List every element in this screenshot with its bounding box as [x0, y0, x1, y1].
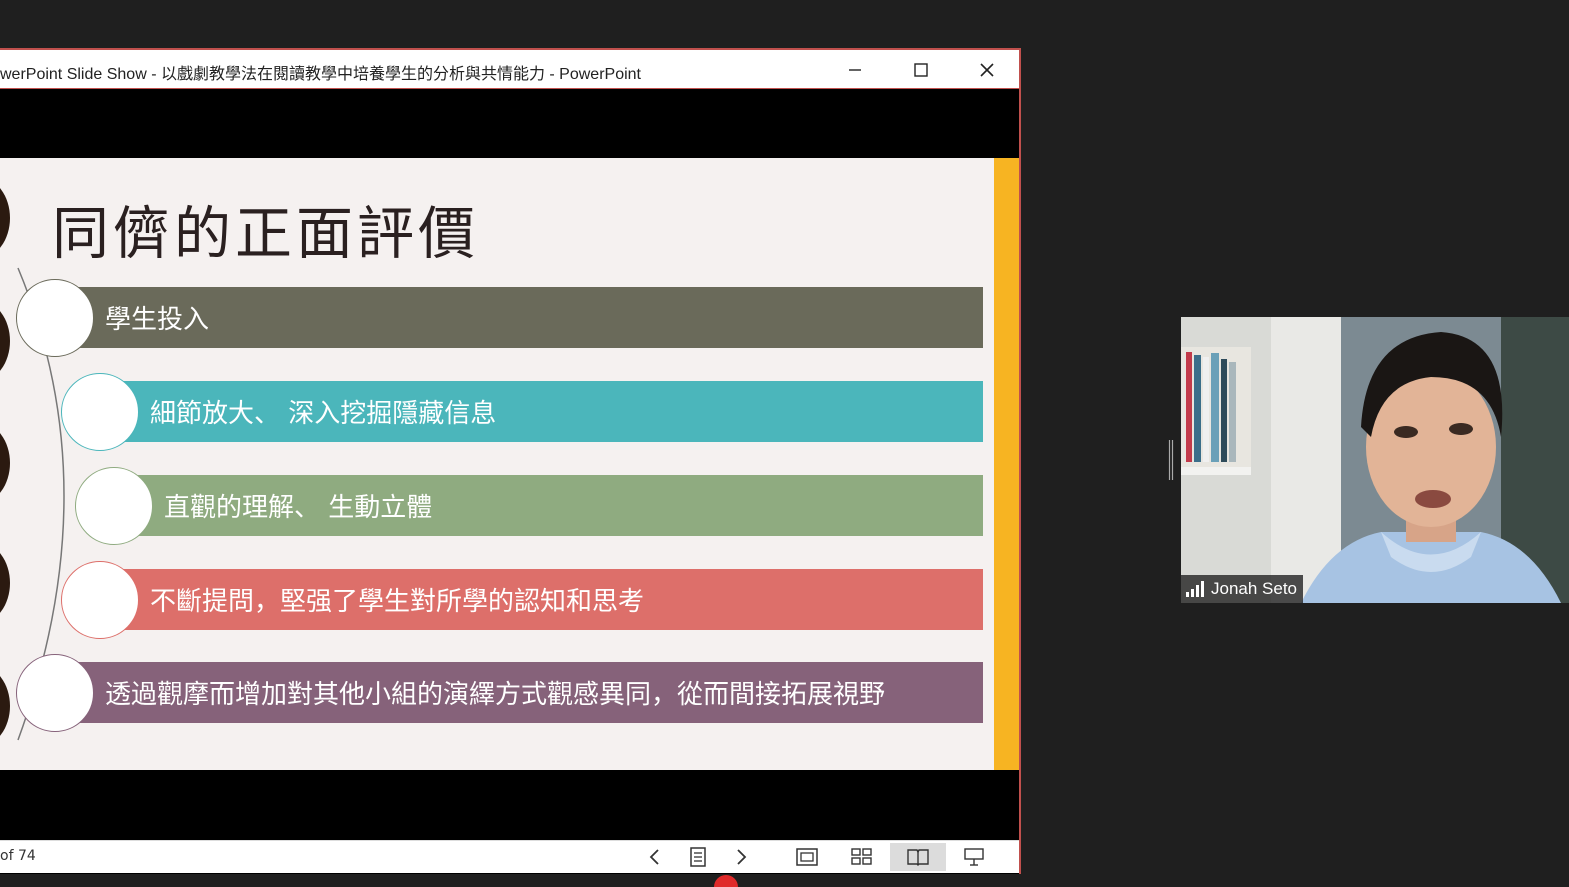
- previous-slide-button[interactable]: [638, 843, 672, 871]
- minimize-icon: [849, 68, 861, 71]
- status-bar: of 74: [0, 840, 1019, 873]
- presentation-icon: [964, 848, 984, 866]
- slide-menu-button[interactable]: [681, 843, 715, 871]
- title-bar[interactable]: werPoint Slide Show - 以戲劇教學法在閱讀教學中培養學生的分…: [0, 48, 1019, 89]
- list-item: 透過觀摩而增加對其他小組的演繹方式觀感異同，從而間接拓展視野: [55, 662, 983, 723]
- list-item: 學生投入: [55, 287, 983, 348]
- reading-view-button[interactable]: [890, 843, 946, 871]
- slide-show-button[interactable]: [957, 843, 991, 871]
- bullet-circle: [16, 279, 94, 357]
- slide-sorter-button[interactable]: [845, 843, 879, 871]
- slide-accent-bar: [994, 158, 1019, 770]
- list-item: 直觀的理解、 生動立體: [114, 475, 983, 536]
- signal-strength-icon: [1186, 581, 1204, 597]
- bullet-circle: [75, 467, 153, 545]
- maximize-icon: [914, 62, 928, 77]
- recording-indicator: [714, 875, 738, 887]
- next-slide-button[interactable]: [724, 843, 758, 871]
- item-text: 直觀的理解、 生動立體: [164, 493, 433, 523]
- drag-handle-icon: [1168, 440, 1174, 480]
- participant-name: Jonah Seto: [1211, 579, 1298, 598]
- window-title: werPoint Slide Show - 以戲劇教學法在閱讀教學中培養學生的分…: [0, 66, 642, 83]
- slide-counter: of 74: [0, 848, 36, 864]
- list-item: 不斷提問，堅强了學生對所學的認知和思考: [100, 569, 983, 630]
- chevron-right-icon: [737, 849, 747, 865]
- item-text: 細節放大、 深入挖掘隱藏信息: [150, 399, 497, 429]
- bullet-circle: [61, 373, 139, 451]
- close-icon: [980, 62, 994, 77]
- normal-view-icon: [796, 848, 818, 866]
- participant-video[interactable]: Jonah Seto: [1181, 317, 1569, 603]
- slide-title: 同儕的正面評價: [52, 201, 479, 267]
- participant-name-tag: Jonah Seto: [1181, 575, 1304, 603]
- slide: 同儕的正面評價 學生投入 細節放大、 深入挖掘隱藏信息 直觀的理解、 生動立體 …: [0, 158, 1019, 770]
- powerpoint-window: werPoint Slide Show - 以戲劇教學法在閱讀教學中培養學生的分…: [0, 48, 1021, 874]
- item-text: 學生投入: [105, 305, 210, 335]
- minimize-button[interactable]: [823, 50, 887, 89]
- book-icon: [907, 849, 929, 866]
- participant-video-image: [1181, 317, 1569, 603]
- close-button[interactable]: [955, 50, 1019, 89]
- chevron-left-icon: [649, 849, 659, 865]
- item-text: 透過觀摩而增加對其他小組的演繹方式觀感異同，從而間接拓展視野: [105, 680, 886, 710]
- pane-resize-handle[interactable]: [1168, 440, 1174, 480]
- item-text: 不斷提問，堅强了學生對所學的認知和思考: [150, 587, 645, 617]
- list-item: 細節放大、 深入挖掘隱藏信息: [100, 381, 983, 442]
- maximize-button[interactable]: [889, 50, 953, 89]
- grid-icon: [851, 848, 872, 865]
- normal-view-button[interactable]: [790, 843, 824, 871]
- bullet-circle: [61, 561, 139, 639]
- document-icon: [690, 847, 706, 867]
- bullet-circle: [16, 654, 94, 732]
